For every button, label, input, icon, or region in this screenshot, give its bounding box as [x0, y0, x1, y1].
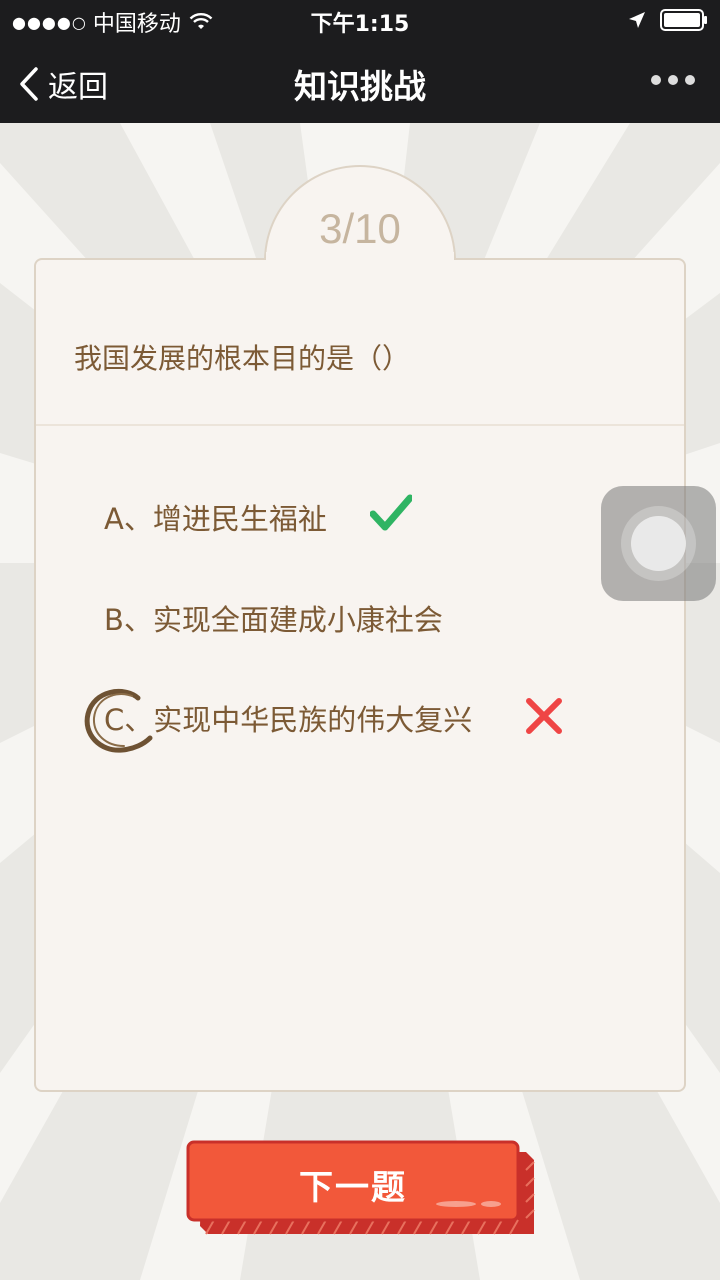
question-progress: 3/10	[319, 205, 401, 252]
option-text: 实现全面建成小康社会	[152, 603, 443, 637]
cross-icon	[526, 698, 562, 734]
option-text: 实现中华民族的伟大复兴	[153, 703, 473, 737]
status-bar: ●●●●○ 中国移动 下午1:15	[0, 0, 720, 40]
question-text: 我国发展的根本目的是（）	[74, 342, 411, 375]
next-question-button[interactable]: 下一题	[186, 1140, 536, 1236]
status-right	[628, 9, 708, 31]
assistive-touch-button[interactable]	[601, 486, 716, 601]
option-letter: C、	[104, 703, 154, 737]
page-title: 知识挑战	[294, 67, 426, 106]
status-time: 下午1:15	[310, 12, 410, 37]
option-letter: A、	[104, 502, 153, 536]
option-letter: B、	[104, 603, 153, 637]
card-tab-join	[266, 252, 454, 264]
option-c[interactable]: C、实现中华民族的伟大复兴	[104, 697, 472, 739]
more-dots-icon	[651, 75, 695, 85]
nav-bar: 返回 知识挑战	[0, 40, 720, 123]
question-card	[34, 258, 686, 1092]
next-button-label: 下一题	[299, 1168, 407, 1208]
assistive-dot-icon	[631, 516, 686, 571]
battery-icon	[660, 9, 707, 31]
more-button[interactable]	[650, 70, 696, 90]
option-text: 增进民生福祉	[152, 502, 327, 536]
option-a[interactable]: A、增进民生福祉	[104, 496, 327, 538]
location-arrow-icon	[629, 12, 645, 28]
check-icon	[370, 494, 412, 531]
divider	[36, 424, 684, 426]
option-b[interactable]: B、实现全面建成小康社会	[104, 597, 443, 639]
